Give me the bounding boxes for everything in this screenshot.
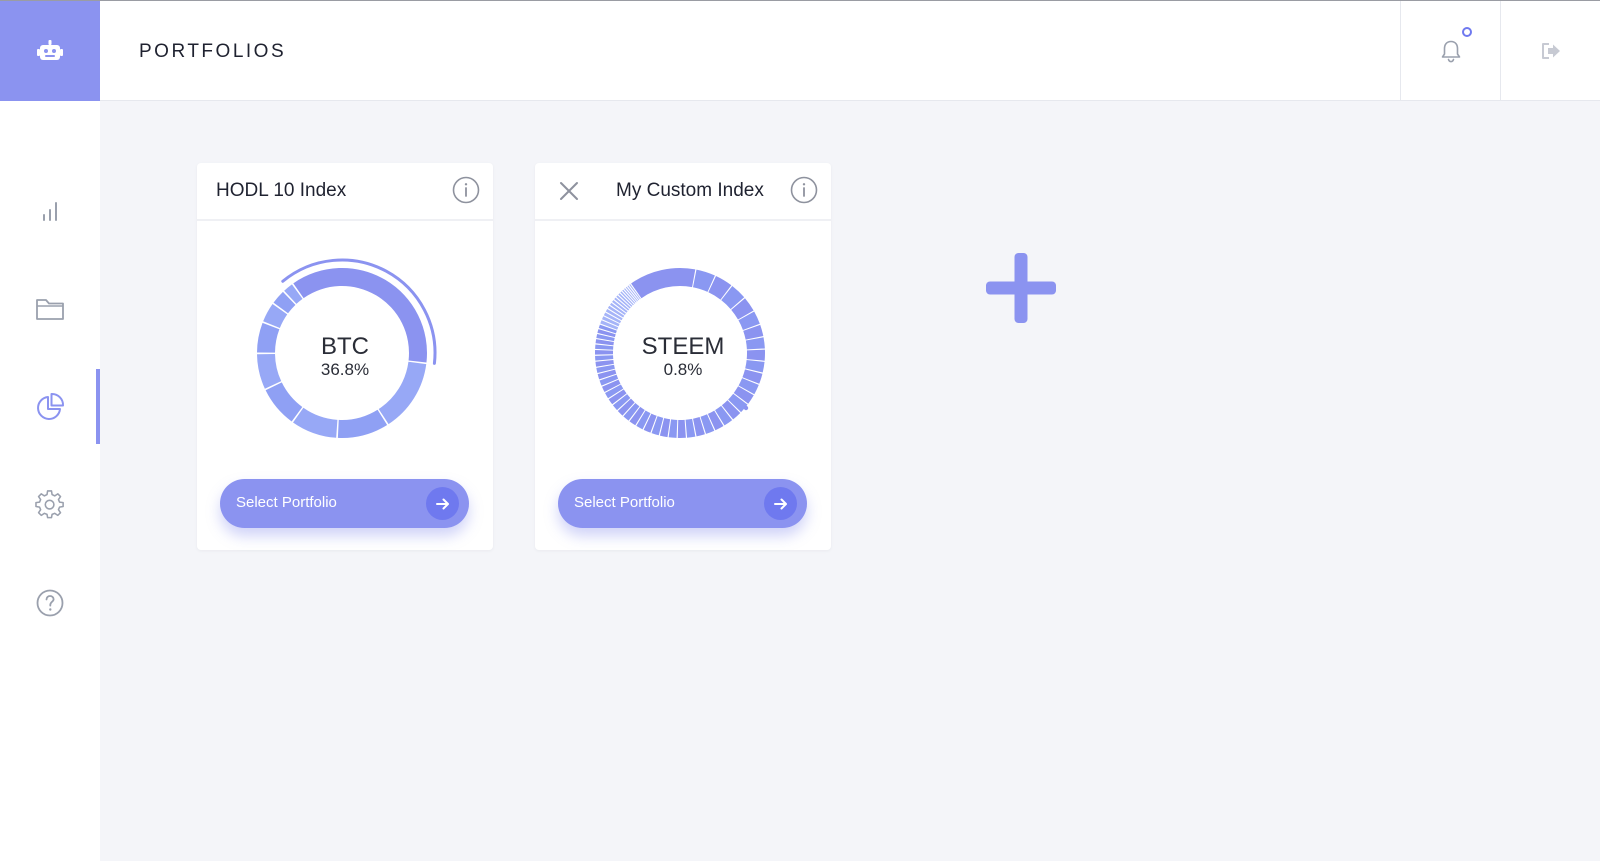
select-portfolio-button[interactable]: Select Portfolio bbox=[220, 479, 469, 528]
card-header: HODL 10 Index bbox=[197, 163, 493, 221]
highlight-symbol: STEEM bbox=[641, 333, 725, 360]
app-logo[interactable] bbox=[0, 1, 100, 101]
portfolio-card: My Custom Index STEEM 0.8% Select Portfo… bbox=[535, 163, 831, 550]
page-title: PORTFOLIOS bbox=[139, 41, 287, 62]
pie-chart-icon bbox=[37, 393, 64, 420]
close-icon[interactable] bbox=[556, 178, 582, 204]
notification-badge bbox=[1459, 24, 1475, 40]
gear-icon bbox=[35, 490, 64, 519]
sidebar-item-help[interactable] bbox=[0, 563, 100, 643]
info-icon[interactable] bbox=[452, 176, 480, 204]
add-portfolio-button[interactable] bbox=[985, 252, 1057, 324]
portfolio-card: HODL 10 Index BTC 36.8% Select Portfolio bbox=[197, 163, 493, 550]
folder-icon bbox=[36, 299, 64, 320]
highlight-marker bbox=[743, 405, 749, 411]
sidebar-item-folder[interactable] bbox=[0, 269, 100, 349]
arrow-right-icon bbox=[426, 487, 459, 520]
card-title: HODL 10 Index bbox=[216, 180, 347, 201]
select-portfolio-button[interactable]: Select Portfolio bbox=[558, 479, 807, 528]
highlight-symbol: BTC bbox=[321, 333, 369, 360]
robot-icon bbox=[37, 40, 63, 60]
logout-button[interactable] bbox=[1500, 1, 1600, 101]
donut-slice[interactable] bbox=[293, 407, 338, 438]
sidebar-item-portfolios[interactable] bbox=[0, 367, 100, 447]
card-title: My Custom Index bbox=[616, 180, 764, 201]
notifications-button[interactable] bbox=[1400, 1, 1500, 101]
help-icon bbox=[36, 589, 64, 617]
logout-icon bbox=[1541, 43, 1560, 59]
info-icon[interactable] bbox=[790, 176, 818, 204]
top-header: PORTFOLIOS bbox=[100, 1, 1600, 101]
donut-slice[interactable] bbox=[677, 419, 686, 438]
sidebar bbox=[0, 101, 100, 861]
donut-slice[interactable] bbox=[337, 409, 388, 438]
sidebar-item-dashboard[interactable] bbox=[0, 171, 100, 251]
card-header: My Custom Index bbox=[535, 163, 831, 221]
select-portfolio-label: Select Portfolio bbox=[236, 494, 337, 511]
highlight-percent: 0.8% bbox=[663, 360, 703, 379]
highlight-percent: 36.8% bbox=[320, 360, 370, 379]
donut-slice[interactable] bbox=[631, 268, 696, 299]
bell-icon bbox=[1441, 40, 1460, 63]
arrow-right-icon bbox=[764, 487, 797, 520]
sidebar-item-settings[interactable] bbox=[0, 465, 100, 545]
select-portfolio-label: Select Portfolio bbox=[574, 494, 675, 511]
bar-chart-icon bbox=[43, 202, 57, 221]
plus-icon bbox=[986, 253, 1056, 323]
sidebar-active-indicator bbox=[96, 369, 100, 444]
donut-slice[interactable] bbox=[265, 382, 303, 422]
donut-slice[interactable] bbox=[668, 419, 678, 438]
